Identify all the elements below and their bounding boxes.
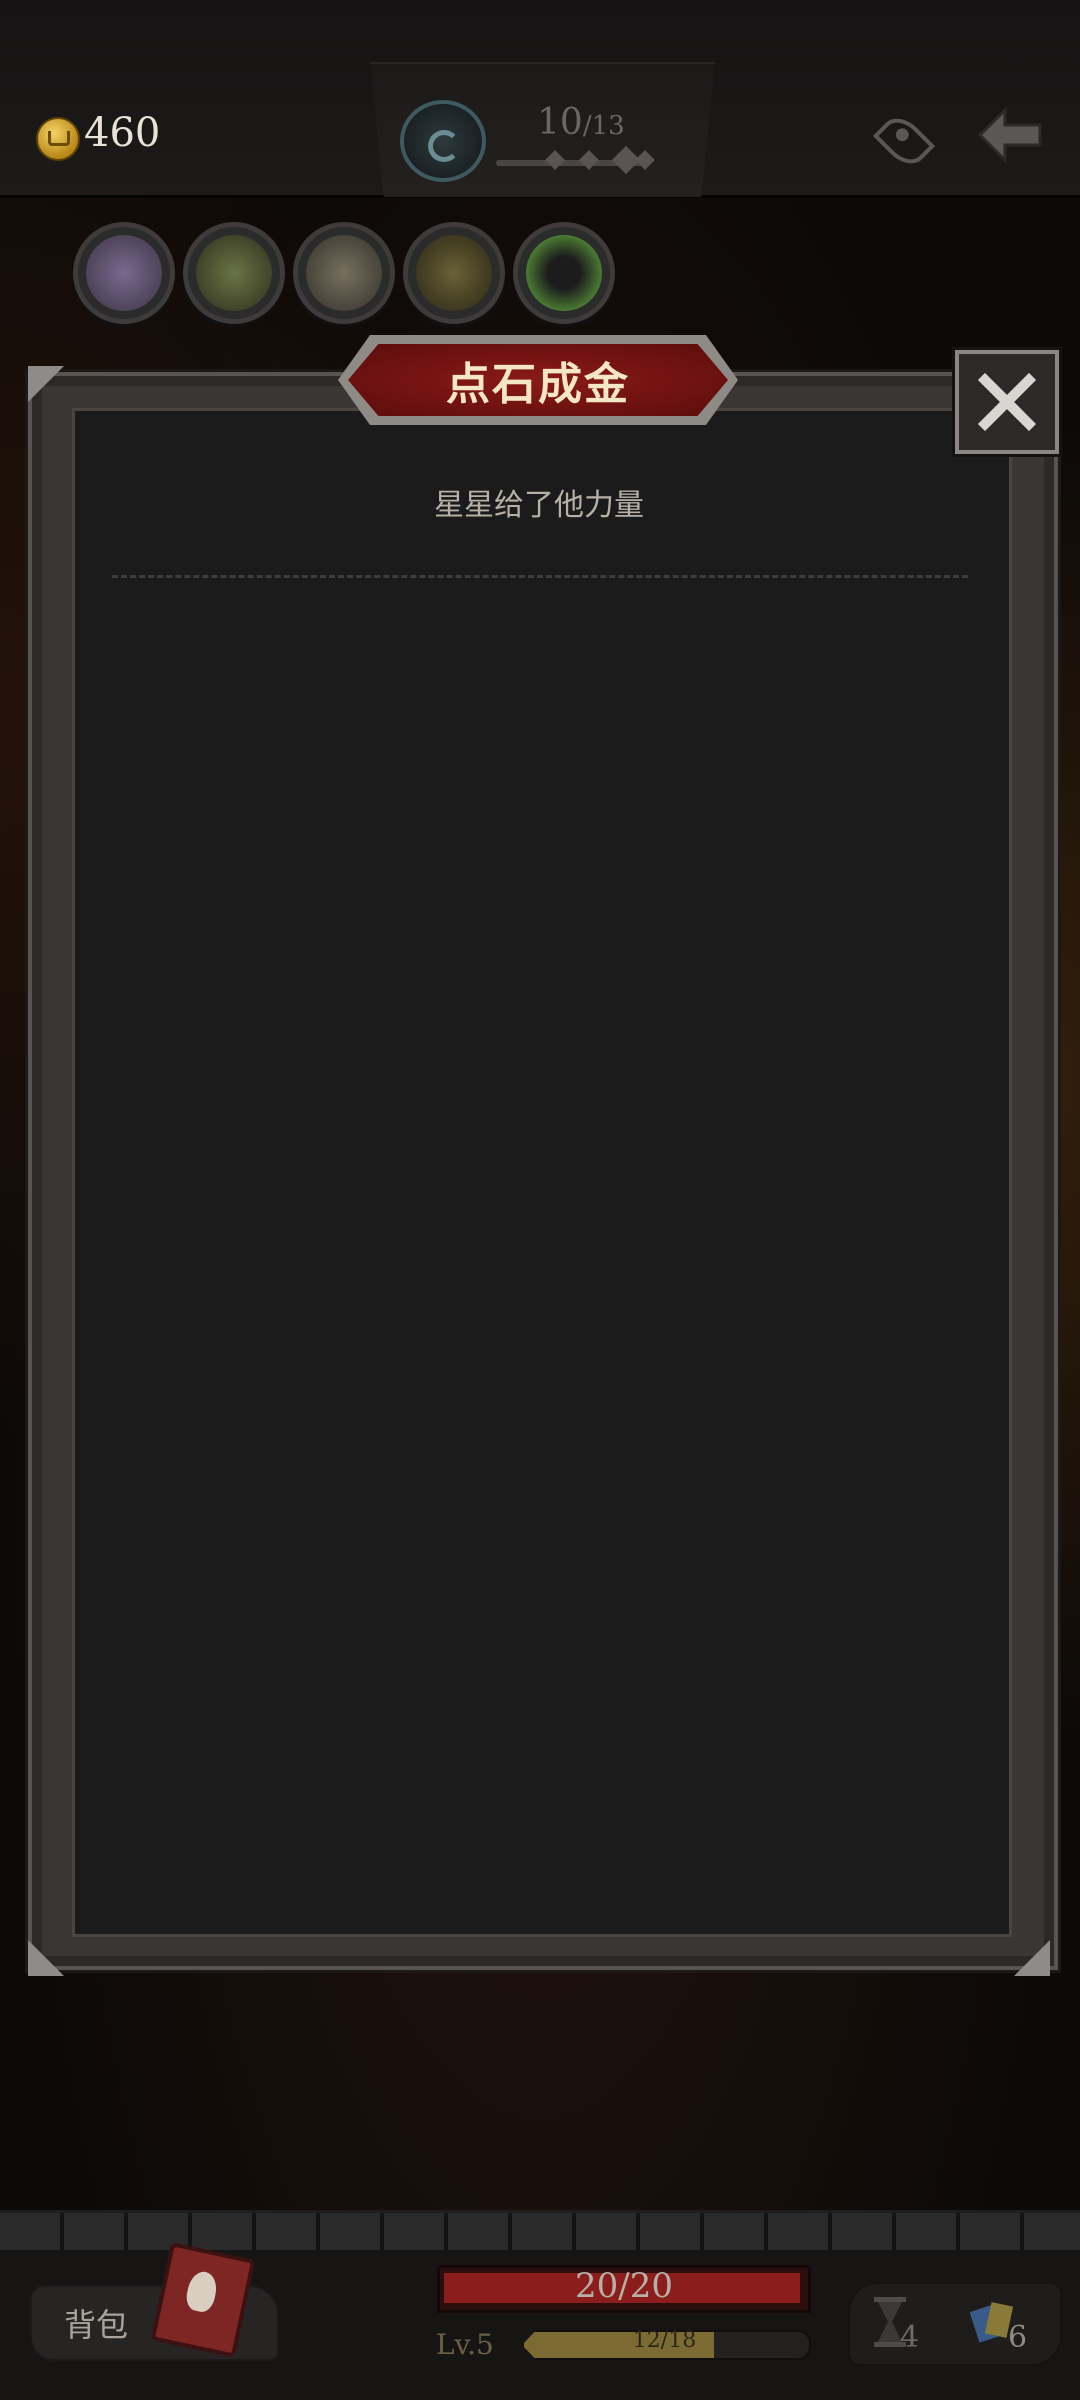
close-icon [977,372,1037,432]
green-orb-relic-icon [526,235,602,311]
stage-boss-icon[interactable] [400,100,486,182]
hp-value: 20/20 [575,2266,673,2306]
relic-slot[interactable] [73,222,175,324]
cards-count: 6 [1008,2320,1028,2355]
modal-title: 点石成金 [446,359,630,410]
close-button[interactable] [955,350,1059,454]
turns-count: 4 [900,2320,920,2355]
relic-slot[interactable] [293,222,395,324]
gold-amount: 460 [84,110,161,156]
dashed-divider [112,575,968,578]
modal-content-panel [72,408,1012,1937]
monster-relic-icon [306,235,382,311]
sunflower-relic-icon [416,235,492,311]
stage-counter: 10/13 [537,102,625,143]
player-level: Lv.5 [436,2328,494,2361]
gold-coin-icon [36,117,80,161]
relic-slot[interactable] [513,222,615,324]
stage-current: 10 [537,102,583,143]
cannon-relic-icon [196,235,272,311]
cactus-relic-icon [86,235,162,311]
relic-slot[interactable] [183,222,285,324]
backpack-label: 背包 [64,2306,129,2344]
xp-value: 12/18 [632,2328,697,2353]
stage-total: /13 [582,111,625,141]
back-arrow-icon[interactable] [975,105,1045,165]
relic-slot[interactable] [403,222,505,324]
modal-subtitle: 星星给了他力量 [434,488,644,523]
